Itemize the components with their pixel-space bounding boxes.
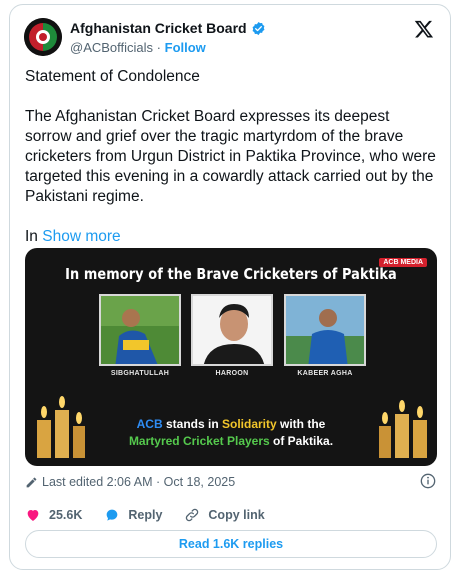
media-badge: ACB MEDIA [379, 258, 427, 267]
player-photo-1 [99, 294, 181, 366]
copy-link-button[interactable]: Copy link [184, 507, 265, 523]
candles-left-icon [37, 396, 85, 458]
verified-badge-icon [252, 21, 265, 35]
player-name-3: KABEER AGHA [297, 370, 353, 377]
post-heading: Statement of Condolence [25, 68, 200, 85]
heart-icon [27, 510, 39, 521]
solidarity-martyred: Martyred Cricket Players [128, 434, 270, 448]
truncated-text: In [25, 228, 38, 245]
link-icon [186, 508, 199, 522]
solidarity-message: ACB stands in Solidarity with the Martyr… [85, 416, 377, 450]
solidarity-text-1: stands in [162, 417, 222, 431]
pencil-icon [26, 477, 37, 487]
solidarity-word: Solidarity [221, 417, 277, 431]
solidarity-text-2: with the [276, 417, 326, 431]
solidarity-acb: ACB [136, 417, 163, 431]
acb-logo-icon [24, 18, 62, 56]
follow-button[interactable]: Follow [165, 40, 206, 55]
like-button[interactable]: 25.6K [25, 507, 82, 523]
post-card: Afghanistan Cricket Board @ACBofficials … [9, 4, 451, 570]
player-name-1: SIBGHATULLAH [110, 370, 170, 377]
author-handle[interactable]: @ACBofficials [70, 40, 153, 55]
post-truncated-line: In Show more [25, 227, 439, 247]
post-body: Statement of Condolence The Afghanistan … [25, 67, 439, 267]
handle-line: @ACBofficials · Follow [70, 40, 206, 55]
author-name[interactable]: Afghanistan Cricket Board [70, 20, 247, 36]
author-name-row[interactable]: Afghanistan Cricket Board [70, 20, 266, 36]
reply-button[interactable]: Reply [104, 507, 162, 523]
edited-timestamp[interactable]: Last edited 2:06 AM · Oct 18, 2025 [25, 475, 235, 489]
show-more-link[interactable]: Show more [42, 228, 120, 245]
info-icon[interactable] [420, 473, 436, 489]
like-count: 25.6K [49, 508, 83, 522]
post-media-image[interactable]: In memory of the Brave Cricketers of Pak… [25, 248, 437, 466]
avatar[interactable] [24, 18, 62, 56]
action-bar: 25.6K Reply Copy link [25, 507, 287, 523]
reply-label: Reply [128, 508, 163, 522]
read-replies-button[interactable]: Read 1.6K replies [25, 530, 437, 558]
x-logo-icon[interactable] [414, 19, 434, 39]
post-paragraph: The Afghanistan Cricket Board expresses … [25, 108, 436, 205]
solidarity-text-3: of Paktika. [269, 434, 334, 448]
player-photo-3 [284, 294, 366, 366]
copy-link-label: Copy link [208, 508, 265, 522]
player-name-2: HAROON [215, 370, 249, 377]
separator: · [156, 40, 162, 55]
reply-bubble-icon [107, 509, 118, 521]
player-photo-2 [191, 294, 273, 366]
media-title: In memory of the Brave Cricketers of Pak… [65, 265, 397, 283]
edited-text: Last edited 2:06 AM · Oct 18, 2025 [42, 475, 236, 489]
candles-right-icon [379, 400, 427, 458]
